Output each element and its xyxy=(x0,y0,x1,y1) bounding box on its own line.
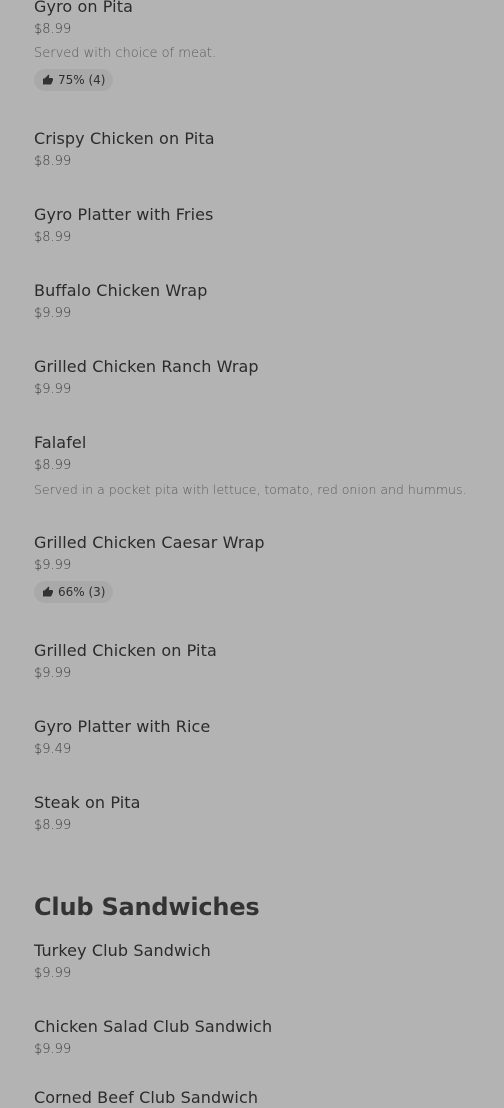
item-price: $8.99 xyxy=(34,818,72,833)
item-name: Crispy Chicken on Pita xyxy=(34,129,215,148)
menu-item-gyro-platter-with-rice[interactable]: Gyro Platter with Rice $9.49 xyxy=(34,717,484,759)
item-name: Gyro Platter with Fries xyxy=(34,205,214,224)
item-price: $9.99 xyxy=(34,666,72,681)
menu-item-turkey-club-sandwich[interactable]: Turkey Club Sandwich $9.99 xyxy=(34,941,484,983)
rating-badge: 75% (4) xyxy=(34,69,114,91)
item-price: $9.99 xyxy=(34,558,72,573)
item-price: $9.99 xyxy=(34,382,72,397)
item-name: Gyro on Pita xyxy=(34,0,134,16)
menu-item-steak-on-pita[interactable]: Steak on Pita $8.99 xyxy=(34,793,484,835)
item-price: $9.99 xyxy=(34,306,72,321)
item-price: $9.99 xyxy=(34,1042,72,1057)
item-name: Buffalo Chicken Wrap xyxy=(34,281,208,300)
item-description: Served in a pocket pita with lettuce, to… xyxy=(34,482,467,497)
menu-item-gyro-on-pita[interactable]: Gyro on Pita $8.99 Served with choice of… xyxy=(34,0,484,91)
menu-item-grilled-chicken-caesar-wrap[interactable]: Grilled Chicken Caesar Wrap $9.99 66% (3… xyxy=(34,533,484,603)
menu-item-grilled-chicken-ranch-wrap[interactable]: Grilled Chicken Ranch Wrap $9.99 xyxy=(34,357,484,399)
item-price: $9.99 xyxy=(34,966,72,981)
item-name: Grilled Chicken on Pita xyxy=(34,641,217,660)
rating-text: 66% (3) xyxy=(58,585,106,599)
item-name: Falafel xyxy=(34,433,87,452)
menu-item-buffalo-chicken-wrap[interactable]: Buffalo Chicken Wrap $9.99 xyxy=(34,281,484,323)
menu-item-grilled-chicken-on-pita[interactable]: Grilled Chicken on Pita $9.99 xyxy=(34,641,484,683)
item-price: $8.99 xyxy=(34,154,72,169)
thumbs-up-icon xyxy=(43,586,53,597)
item-price: $8.99 xyxy=(34,230,72,245)
menu-item-chicken-salad-club-sandwich[interactable]: Chicken Salad Club Sandwich $9.99 xyxy=(34,1017,484,1059)
menu-item-crispy-chicken-on-pita[interactable]: Crispy Chicken on Pita $8.99 xyxy=(34,129,484,171)
item-name: Chicken Salad Club Sandwich xyxy=(34,1017,273,1036)
menu-item-corned-beef-club-sandwich[interactable]: Corned Beef Club Sandwich xyxy=(34,1088,484,1108)
section-title-club-sandwiches: Club Sandwiches xyxy=(34,893,260,921)
item-name: Corned Beef Club Sandwich xyxy=(34,1088,259,1107)
rating-badge: 66% (3) xyxy=(34,581,114,603)
item-price: $9.49 xyxy=(34,742,72,757)
item-name: Grilled Chicken Ranch Wrap xyxy=(34,357,259,376)
item-name: Turkey Club Sandwich xyxy=(34,941,211,960)
item-name: Steak on Pita xyxy=(34,793,141,812)
menu-item-falafel[interactable]: Falafel $8.99 Served in a pocket pita wi… xyxy=(34,433,484,499)
item-name: Gyro Platter with Rice xyxy=(34,717,211,736)
menu-item-gyro-platter-with-fries[interactable]: Gyro Platter with Fries $8.99 xyxy=(34,205,484,247)
item-price: $8.99 xyxy=(34,458,72,473)
rating-text: 75% (4) xyxy=(58,73,106,87)
item-name: Grilled Chicken Caesar Wrap xyxy=(34,533,265,552)
item-description: Served with choice of meat. xyxy=(34,46,217,61)
thumbs-up-icon xyxy=(43,74,53,85)
item-price: $8.99 xyxy=(34,22,72,37)
